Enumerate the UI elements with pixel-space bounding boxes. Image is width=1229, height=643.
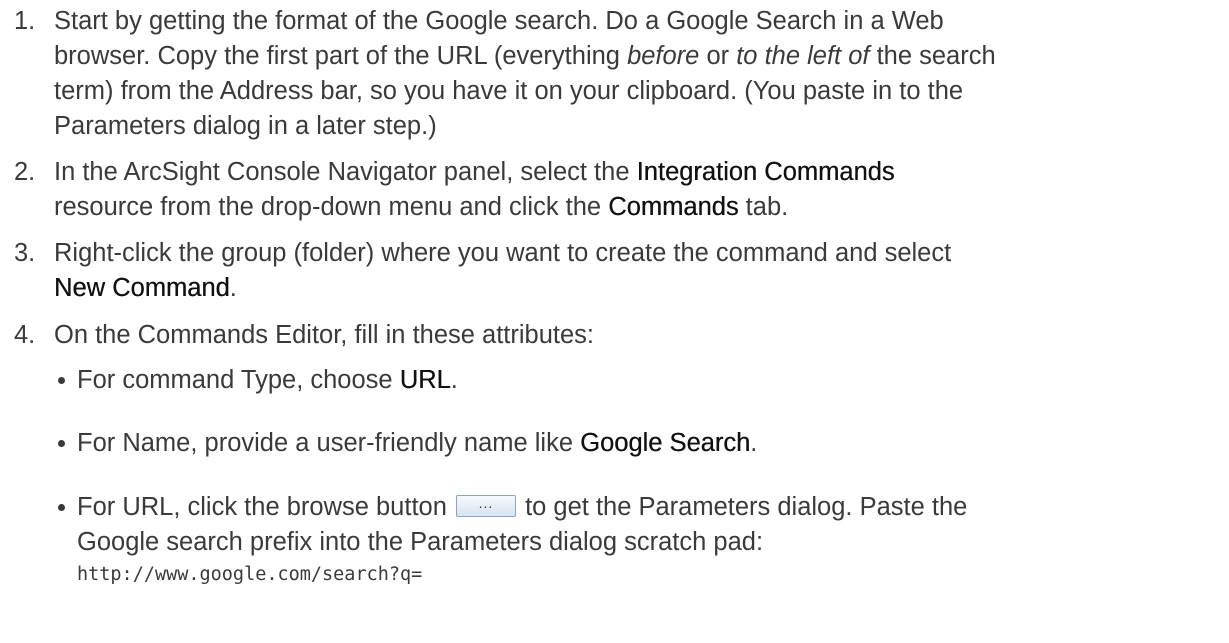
step-3-line-1: Right-click the group (folder) where you… [54, 239, 952, 267]
text: . [750, 429, 758, 457]
step-number: 3. [14, 239, 36, 267]
text: or [699, 42, 737, 70]
text: In the ArcSight Console Navigator panel,… [54, 158, 637, 186]
ui-term-new-command: New Command [54, 274, 230, 302]
ellipsis-icon: ... [478, 495, 494, 511]
text: browser. Copy the first part of the URL … [54, 42, 628, 70]
text: . [229, 274, 237, 302]
browse-button[interactable]: ... [455, 495, 516, 517]
emphasis-left-of: to the left of [736, 42, 870, 70]
bullet-url-line-2: Google search prefix into the Parameters… [77, 528, 764, 556]
text: to get the Parameters dialog. Paste the [517, 493, 968, 521]
step-2-line-2: resource from the drop-down menu and cli… [54, 190, 1214, 225]
step-number: 2. [14, 158, 36, 186]
google-search-url-code: http://www.google.com/search?q= [77, 564, 423, 585]
text: tab. [738, 193, 789, 221]
step-number: 4. [14, 321, 36, 349]
step-body: Right-click the group (folder) where you… [54, 236, 1214, 306]
text: resource from the drop-down menu and cli… [54, 193, 609, 221]
step-body: In the ArcSight Console Navigator panel,… [54, 155, 1214, 225]
ui-term-url: URL [399, 366, 451, 394]
ui-term-integration-commands: Integration Commands [636, 158, 895, 186]
bullet-text: For command Type, choose URL. [77, 363, 458, 398]
bullet-url-line-1: For URL, click the browse button ... to … [77, 490, 967, 525]
step-body: Start by getting the format of the Googl… [54, 4, 1214, 144]
text: the search [869, 42, 996, 70]
step-3-line-2: New Command. [54, 271, 1214, 306]
emphasis-before: before [627, 42, 700, 70]
bullet-icon [58, 504, 65, 511]
step-2-line-1: In the ArcSight Console Navigator panel,… [54, 155, 1214, 190]
step-1-line-4: Parameters dialog in a later step.) [54, 112, 437, 140]
text: For URL, click the browse button [77, 493, 454, 521]
step-body: On the Commands Editor, fill in these at… [54, 318, 1214, 353]
text: For command Type, choose [77, 366, 400, 394]
bullet-icon [58, 440, 65, 447]
step-1-line-2: browser. Copy the first part of the URL … [54, 39, 1214, 74]
bullet-icon [58, 377, 65, 384]
ui-term-commands: Commands [608, 193, 739, 221]
bullet-text: For Name, provide a user-friendly name l… [77, 426, 757, 461]
step-4-line-1: On the Commands Editor, fill in these at… [54, 321, 595, 349]
text: For Name, provide a user-friendly name l… [77, 429, 581, 457]
step-1-line-1: Start by getting the format of the Googl… [54, 7, 944, 35]
step-number: 1. [14, 7, 36, 35]
ui-term-google-search: Google Search [580, 429, 751, 457]
step-1-line-3: term) from the Address bar, so you have … [54, 77, 964, 105]
text: . [450, 366, 458, 394]
bullet-text: For URL, click the browse button ... to … [77, 490, 967, 590]
